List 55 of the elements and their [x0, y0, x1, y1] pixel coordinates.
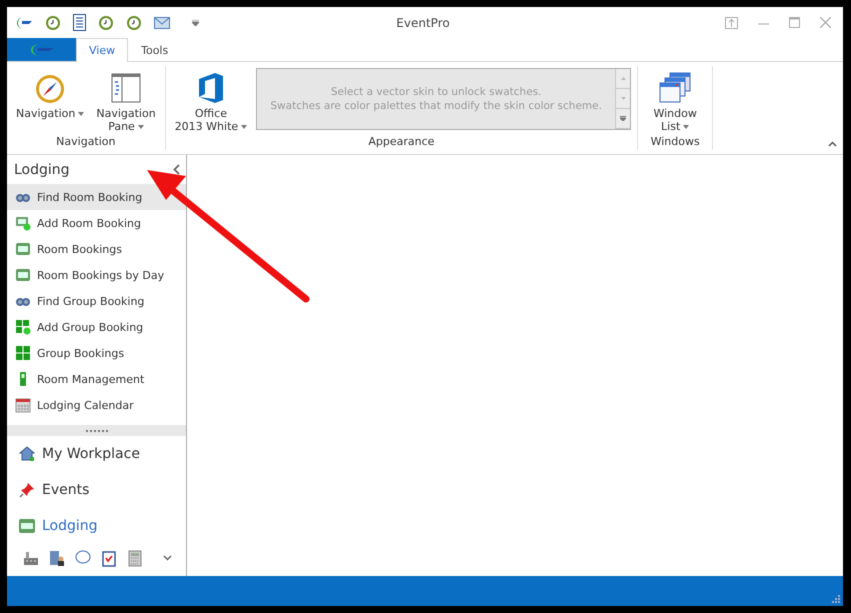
- nav-item[interactable]: Room Bookings by Day: [7, 262, 186, 288]
- nav-item[interactable]: Room Bookings: [7, 236, 186, 262]
- windows-stack-icon: [658, 72, 692, 104]
- close-icon[interactable]: [820, 16, 832, 28]
- group-caption: Appearance: [368, 135, 434, 150]
- restore-ribbon-icon[interactable]: [725, 16, 738, 28]
- clipboard-check-icon[interactable]: [101, 550, 117, 566]
- nav-section[interactable]: My Workplace: [7, 436, 186, 472]
- nav-item[interactable]: Add Group Booking: [7, 314, 186, 340]
- chevron-down-icon[interactable]: [163, 555, 172, 561]
- ribbon-button[interactable]: Office 2013 White: [172, 70, 250, 135]
- calculator-icon[interactable]: [127, 550, 143, 566]
- nav-item[interactable]: Find Group Booking: [7, 288, 186, 314]
- app-logo-icon[interactable]: [15, 16, 33, 30]
- nav-item[interactable]: Room Management: [7, 366, 186, 392]
- nav-item[interactable]: Lodging Calendar: [7, 392, 186, 418]
- ribbon-button[interactable]: Navigation Pane: [93, 70, 159, 135]
- house-icon: [18, 445, 36, 463]
- office-logo-icon: [196, 72, 225, 104]
- grid-icon: [15, 345, 31, 361]
- window-title: EventPro: [396, 16, 450, 30]
- group-caption: Windows: [650, 135, 700, 150]
- building-person-icon[interactable]: [49, 550, 65, 566]
- document-icon[interactable]: [73, 14, 86, 31]
- compass-icon: [34, 72, 66, 104]
- pane-title: Lodging: [14, 162, 70, 178]
- calendar-icon: [15, 397, 31, 413]
- maximize-icon[interactable]: [789, 16, 800, 28]
- envelope-icon[interactable]: [154, 16, 170, 28]
- customize-dropdown-icon[interactable]: [192, 20, 199, 26]
- pane-layout-icon: [110, 72, 142, 104]
- clock-icon[interactable]: [45, 14, 61, 30]
- nav-item[interactable]: Group Bookings: [7, 340, 186, 366]
- grid-add-icon: [15, 319, 31, 335]
- clock-icon[interactable]: [98, 14, 114, 30]
- speech-bubble-icon[interactable]: [75, 550, 91, 566]
- clock-icon[interactable]: [126, 14, 142, 30]
- resize-grip-icon[interactable]: [832, 595, 840, 603]
- scroll-down-icon[interactable]: [616, 89, 630, 109]
- nav-section[interactable]: Lodging: [7, 508, 186, 544]
- nav-item[interactable]: Add Room Booking: [7, 210, 186, 236]
- nav-item[interactable]: Find Room Booking: [7, 184, 186, 210]
- gallery-expand-icon[interactable]: [616, 109, 630, 129]
- group-caption: Navigation: [56, 135, 116, 150]
- gallery-message: Swatches are color palettes that modify the skin color scheme.: [270, 99, 602, 113]
- pushpin-icon: [18, 481, 36, 499]
- factory-icon[interactable]: [23, 550, 39, 566]
- scroll-up-icon[interactable]: [616, 69, 630, 89]
- ribbon-tab[interactable]: Tools: [128, 38, 182, 62]
- ribbon-button[interactable]: Window List: [644, 70, 706, 135]
- ribbon-button[interactable]: Navigation: [13, 70, 88, 122]
- collapse-pane-icon[interactable]: [173, 164, 180, 175]
- gallery-message: Select a vector skin to unlock swatches.: [330, 85, 542, 99]
- nav-section[interactable]: Events: [7, 472, 186, 508]
- ribbon-tab[interactable]: View: [76, 38, 128, 62]
